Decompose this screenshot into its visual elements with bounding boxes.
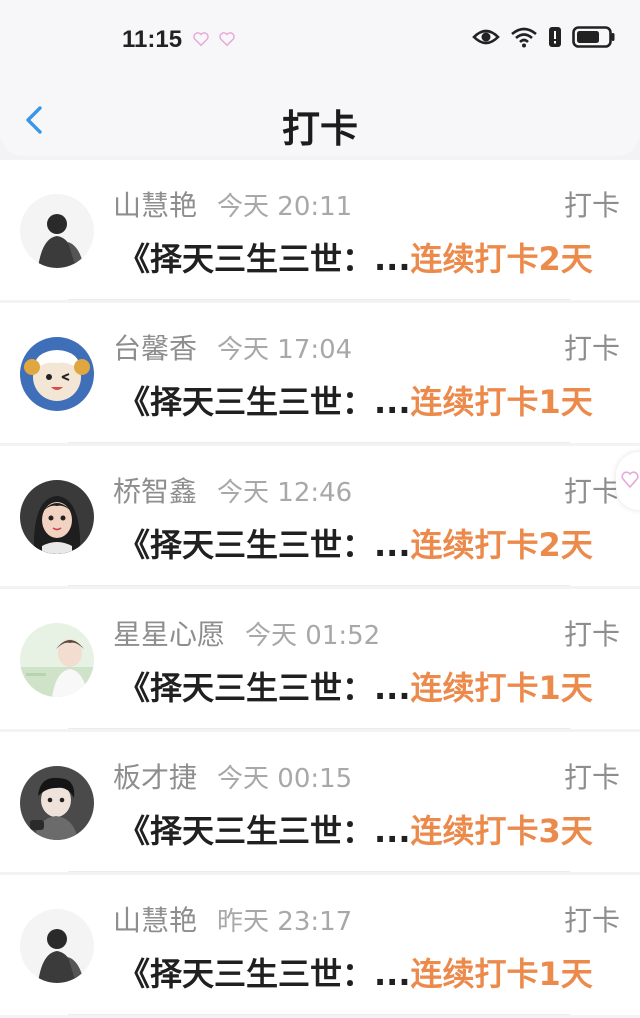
streak-badge: 连续打卡1天 bbox=[410, 955, 593, 993]
timestamp: 今天 20:11 bbox=[217, 192, 353, 222]
timestamp: 昨天 23:17 bbox=[217, 907, 353, 937]
book-title: 《择天三生三世：... bbox=[118, 383, 411, 421]
streak-badge: 连续打卡3天 bbox=[410, 812, 593, 850]
activity-type: 打卡 bbox=[563, 618, 620, 651]
activity-type: 打卡 bbox=[563, 332, 620, 365]
system-icons bbox=[472, 26, 616, 48]
book-title: 《择天三生三世：... bbox=[118, 526, 411, 564]
checkin-content[interactable]: 《择天三生三世：... 连续打卡3天 bbox=[118, 806, 593, 852]
user-name[interactable]: 板才捷 bbox=[113, 756, 197, 796]
streak-badge: 连续打卡2天 bbox=[410, 526, 593, 564]
list-item[interactable]: 台馨香 今天 17:04 打卡 《择天三生三世：... 连续打卡1天 bbox=[0, 303, 640, 443]
name-line: 山慧艳 今天 20:11 bbox=[113, 184, 352, 224]
name-line: 板才捷 今天 00:15 bbox=[113, 756, 352, 796]
activity-type: 打卡 bbox=[563, 475, 620, 508]
activity-type: 打卡 bbox=[563, 189, 620, 222]
avatar[interactable] bbox=[20, 766, 94, 840]
timestamp: 今天 17:04 bbox=[217, 335, 353, 365]
alert-icon bbox=[549, 27, 561, 47]
user-name[interactable]: 台馨香 bbox=[113, 327, 197, 367]
checkin-content[interactable]: 《择天三生三世：... 连续打卡1天 bbox=[118, 949, 593, 995]
activity-type: 打卡 bbox=[563, 904, 620, 937]
list-item[interactable]: 板才捷 今天 00:15 打卡 《择天三生三世：... 连续打卡3天 bbox=[0, 732, 640, 872]
eye-icon bbox=[472, 29, 500, 45]
streak-badge: 连续打卡1天 bbox=[410, 383, 593, 421]
heart-icon bbox=[193, 32, 209, 47]
user-name[interactable]: 山慧艳 bbox=[113, 899, 197, 939]
checkin-content[interactable]: 《择天三生三世：... 连续打卡2天 bbox=[118, 234, 593, 280]
activity-type: 打卡 bbox=[563, 761, 620, 794]
page-title: 打卡 bbox=[281, 107, 358, 151]
checkin-content[interactable]: 《择天三生三世：... 连续打卡2天 bbox=[118, 520, 593, 566]
user-name[interactable]: 星星心愿 bbox=[113, 613, 225, 653]
streak-badge: 连续打卡1天 bbox=[410, 669, 593, 707]
checkin-list: 山慧艳 今天 20:11 打卡 《择天三生三世：... 连续打卡2天 台馨香 今天… bbox=[0, 160, 640, 1018]
battery-icon bbox=[572, 26, 615, 48]
notification-icons bbox=[192, 30, 236, 48]
avatar[interactable] bbox=[20, 194, 94, 268]
book-title: 《择天三生三世：... bbox=[118, 812, 411, 850]
name-line: 星星心愿 今天 01:52 bbox=[113, 613, 380, 653]
streak-badge: 连续打卡2天 bbox=[410, 240, 593, 278]
book-title: 《择天三生三世：... bbox=[118, 955, 411, 993]
avatar[interactable] bbox=[20, 909, 94, 983]
list-item[interactable]: 桥智鑫 今天 12:46 打卡 《择天三生三世：... 连续打卡2天 bbox=[0, 446, 640, 586]
status-time: 11:15 bbox=[122, 26, 183, 53]
heart-icon bbox=[219, 32, 235, 47]
user-name[interactable]: 桥智鑫 bbox=[113, 470, 197, 510]
book-title: 《择天三生三世：... bbox=[118, 669, 411, 707]
checkin-content[interactable]: 《择天三生三世：... 连续打卡1天 bbox=[118, 663, 593, 709]
navigation-bar: 打卡 bbox=[0, 80, 640, 156]
timestamp: 今天 12:46 bbox=[217, 478, 353, 508]
timestamp: 今天 01:52 bbox=[245, 621, 381, 651]
heart-icon bbox=[621, 471, 639, 489]
name-line: 桥智鑫 今天 12:46 bbox=[113, 470, 352, 510]
user-name[interactable]: 山慧艳 bbox=[113, 184, 197, 224]
name-line: 山慧艳 昨天 23:17 bbox=[113, 899, 352, 939]
wifi-icon bbox=[511, 27, 537, 48]
status-bar: 11:15 bbox=[0, 0, 640, 80]
avatar[interactable] bbox=[20, 480, 94, 554]
avatar[interactable] bbox=[20, 623, 94, 697]
list-item[interactable]: 星星心愿 今天 01:52 打卡 《择天三生三世：... 连续打卡1天 bbox=[0, 589, 640, 729]
book-title: 《择天三生三世：... bbox=[118, 240, 411, 278]
timestamp: 今天 00:15 bbox=[217, 764, 353, 794]
name-line: 台馨香 今天 17:04 bbox=[113, 327, 352, 367]
list-item[interactable]: 山慧艳 昨天 23:17 打卡 《择天三生三世：... 连续打卡1天 bbox=[0, 875, 640, 1015]
list-item[interactable]: 山慧艳 今天 20:11 打卡 《择天三生三世：... 连续打卡2天 bbox=[0, 160, 640, 300]
checkin-content[interactable]: 《择天三生三世：... 连续打卡1天 bbox=[118, 377, 593, 423]
avatar[interactable] bbox=[20, 337, 94, 411]
